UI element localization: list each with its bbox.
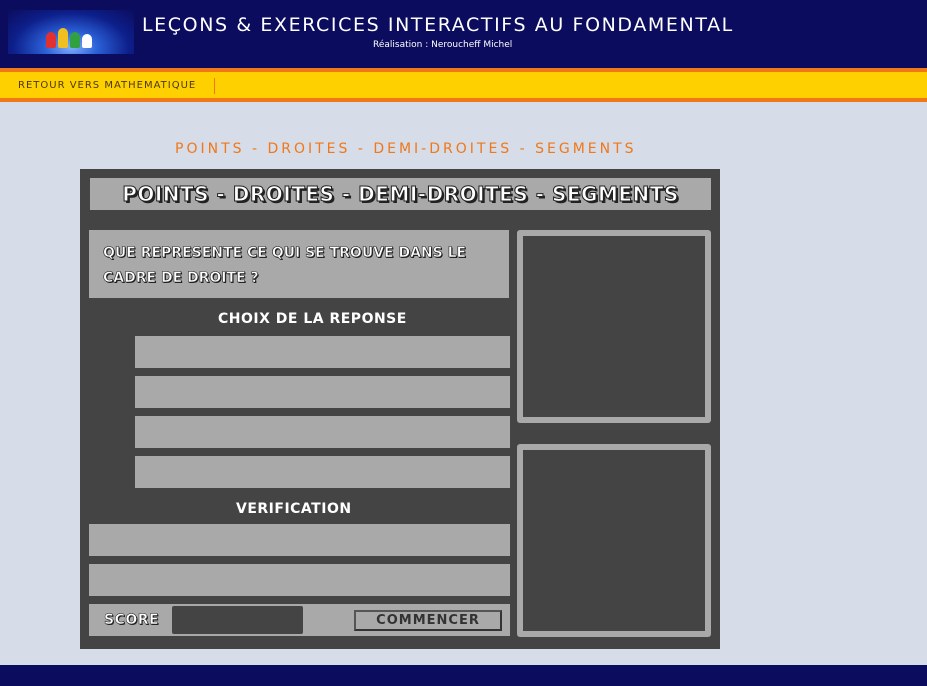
exercise-title: POINTS - DROITES - DEMI-DROITES - SEGMEN… [122,182,679,207]
navigation-bar: RETOUR VERS MATHEMATIQUE [0,68,927,102]
choices-label: CHOIX DE LA REPONSE [218,311,407,327]
score-label: SCORE [104,612,160,629]
exercise-title-bar: POINTS - DROITES - DEMI-DROITES - SEGMEN… [90,178,711,210]
figure-display-frame [517,230,711,423]
page-heading: POINTS - DROITES - DEMI-DROITES - SEGMEN… [175,141,637,157]
question-box: QUE REPRESENTE CE QUI SE TROUVE DANS LE … [89,230,509,298]
answer-choice-3[interactable] [135,416,510,448]
question-text: QUE REPRESENTE CE QUI SE TROUVE DANS LE … [103,245,467,287]
nav-separator [214,78,215,94]
cartoon-characters-logo-icon [8,10,134,54]
feedback-display-area [523,450,705,631]
score-bar: SCORE COMMENCER [89,604,510,636]
site-author: Réalisation : Neroucheff Michel [373,40,513,50]
verification-label: VERIFICATION [236,501,352,517]
verification-line-2 [89,564,510,596]
answer-choice-4[interactable] [135,456,510,488]
start-button[interactable]: COMMENCER [354,610,502,631]
site-footer [0,665,927,686]
answer-choice-1[interactable] [135,336,510,368]
site-header: LEÇONS & EXERCICES INTERACTIFS AU FONDAM… [0,0,927,68]
figure-display-area [523,236,705,417]
site-title: LEÇONS & EXERCICES INTERACTIFS AU FONDAM… [142,14,734,36]
exercise-panel: POINTS - DROITES - DEMI-DROITES - SEGMEN… [80,169,720,649]
back-to-math-link[interactable]: RETOUR VERS MATHEMATIQUE [18,80,196,91]
answer-choice-2[interactable] [135,376,510,408]
verification-line-1 [89,524,510,556]
feedback-display-frame [517,444,711,637]
score-field [172,606,303,634]
